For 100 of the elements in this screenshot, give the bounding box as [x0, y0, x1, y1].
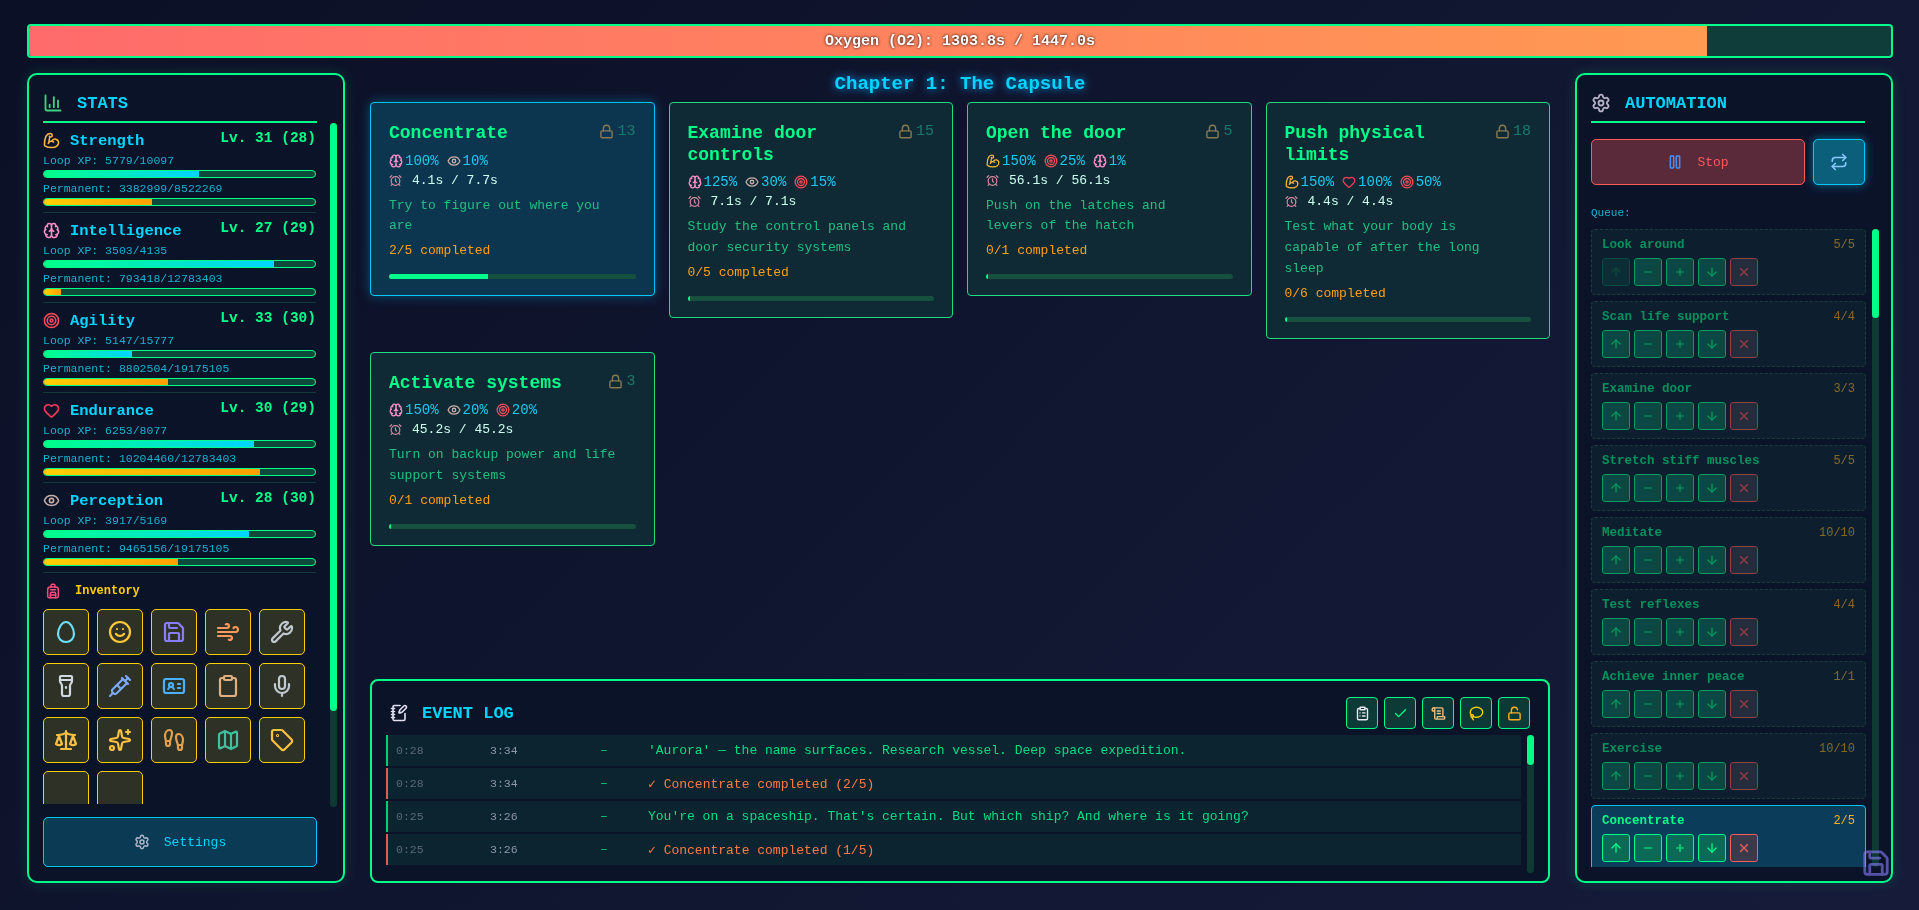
- move-up-button[interactable]: [1602, 546, 1630, 574]
- inventory-slot[interactable]: [151, 609, 197, 655]
- move-up-button[interactable]: [1602, 834, 1630, 862]
- clipboard-icon: [216, 674, 240, 698]
- remove-button[interactable]: [1730, 258, 1758, 286]
- log-separator: –: [600, 809, 609, 824]
- queue-item[interactable]: Achieve inner peace 1/1: [1591, 661, 1866, 727]
- decrease-button[interactable]: [1634, 618, 1662, 646]
- filter-button[interactable]: [1422, 697, 1454, 729]
- loop-xp-label: Loop XP: 6253/8077: [43, 424, 169, 437]
- remove-button[interactable]: [1730, 330, 1758, 358]
- scrollbar[interactable]: [330, 123, 337, 807]
- stop-button[interactable]: Stop: [1591, 139, 1805, 185]
- repeat-button[interactable]: [1813, 139, 1865, 185]
- filter-button[interactable]: [1460, 697, 1492, 729]
- inventory-slot[interactable]: [43, 717, 89, 763]
- syringe-icon: [108, 674, 132, 698]
- move-down-button[interactable]: [1698, 834, 1726, 862]
- remove-button[interactable]: [1730, 546, 1758, 574]
- action-card[interactable]: Open the door 5 150% 25% 1% 56.1s / 56.1s Push on the latches and levers of the hatch 0/1 completed: [967, 102, 1252, 297]
- queue-item[interactable]: Meditate 10/10: [1591, 517, 1866, 583]
- increase-button[interactable]: [1666, 258, 1694, 286]
- move-down-button[interactable]: [1698, 762, 1726, 790]
- stat-level: Lv. 27 (29): [220, 220, 316, 236]
- inventory-slot[interactable]: [151, 663, 197, 709]
- inventory-slot[interactable]: [259, 717, 305, 763]
- action-card[interactable]: Push physical limits 18 150% 100% 50% 4.4s / 4.4s Test what your body is capable of after the long sleep 0/6 completed: [1265, 102, 1550, 339]
- move-down-button[interactable]: [1698, 546, 1726, 574]
- queue-item[interactable]: Test reflexes 4/4: [1591, 589, 1866, 655]
- remove-button[interactable]: [1730, 690, 1758, 718]
- inventory-slot[interactable]: [43, 771, 89, 804]
- move-down-button[interactable]: [1698, 690, 1726, 718]
- queue-item[interactable]: Scan life support 4/4: [1591, 301, 1866, 367]
- inventory-slot[interactable]: [97, 609, 143, 655]
- queue-item[interactable]: Exercise 10/10: [1591, 733, 1866, 799]
- move-up-button[interactable]: [1602, 474, 1630, 502]
- scroll-icon: [1430, 705, 1446, 721]
- queue-item[interactable]: Concentrate 2/5: [1591, 805, 1866, 867]
- increase-button[interactable]: [1666, 474, 1694, 502]
- inventory-slot[interactable]: [205, 717, 251, 763]
- increase-button[interactable]: [1666, 402, 1694, 430]
- filter-button[interactable]: [1498, 697, 1530, 729]
- sparkles-icon: [108, 728, 132, 752]
- remove-button[interactable]: [1730, 474, 1758, 502]
- increase-button[interactable]: [1666, 546, 1694, 574]
- increase-button[interactable]: [1666, 762, 1694, 790]
- action-card[interactable]: Activate systems 3 150% 20% 20% 45.2s / 45.2s Turn on backup power and life support systems 0/1 completed: [370, 351, 655, 546]
- target-icon: [43, 311, 60, 329]
- decrease-button[interactable]: [1634, 474, 1662, 502]
- filter-button[interactable]: [1346, 697, 1378, 729]
- move-up-button[interactable]: [1602, 618, 1630, 646]
- move-down-button[interactable]: [1698, 474, 1726, 502]
- inventory-slot[interactable]: [259, 663, 305, 709]
- action-card[interactable]: Examine door controls 15 125% 30% 15% 7.1s / 7.1s Study the control panels and door security systems 0/5 completed: [668, 102, 953, 318]
- inventory-slot[interactable]: [205, 609, 251, 655]
- lock-icon: [898, 124, 913, 139]
- inventory-slot[interactable]: [97, 771, 143, 804]
- move-up-button[interactable]: [1602, 402, 1630, 430]
- action-description: Try to figure out where you are: [389, 196, 601, 236]
- move-down-button[interactable]: [1698, 330, 1726, 358]
- decrease-button[interactable]: [1634, 834, 1662, 862]
- decrease-button[interactable]: [1634, 546, 1662, 574]
- inventory-slot[interactable]: [43, 663, 89, 709]
- move-up-button[interactable]: [1602, 690, 1630, 718]
- scrollbar[interactable]: [1527, 735, 1534, 873]
- move-up-button[interactable]: [1602, 762, 1630, 790]
- down-arrow-icon: [1705, 481, 1719, 495]
- move-up-button[interactable]: [1602, 330, 1630, 358]
- remove-button[interactable]: [1730, 618, 1758, 646]
- filter-button[interactable]: [1384, 697, 1416, 729]
- increase-button[interactable]: [1666, 330, 1694, 358]
- decrease-button[interactable]: [1634, 258, 1662, 286]
- decrease-button[interactable]: [1634, 402, 1662, 430]
- remove-button[interactable]: [1730, 834, 1758, 862]
- move-down-button[interactable]: [1698, 618, 1726, 646]
- increase-button[interactable]: [1666, 834, 1694, 862]
- queue-item[interactable]: Look around 5/5: [1591, 229, 1866, 295]
- inventory-slot[interactable]: [259, 609, 305, 655]
- inventory-slot[interactable]: [97, 663, 143, 709]
- queue-item[interactable]: Examine door 3/3: [1591, 373, 1866, 439]
- action-time: 7.1s / 7.1s: [710, 194, 797, 210]
- scrollbar[interactable]: [1872, 229, 1879, 867]
- inventory-slot[interactable]: [205, 663, 251, 709]
- inventory-slot[interactable]: [43, 609, 89, 655]
- remove-button[interactable]: [1730, 762, 1758, 790]
- action-card[interactable]: Concentrate 13 100% 10% 4.1s / 7.7s Try to figure out where you are 2/5 completed: [370, 102, 655, 297]
- remove-button[interactable]: [1730, 402, 1758, 430]
- queue-item[interactable]: Stretch stiff muscles 5/5: [1591, 445, 1866, 511]
- settings-button[interactable]: Settings: [43, 817, 317, 867]
- move-down-button[interactable]: [1698, 402, 1726, 430]
- decrease-button[interactable]: [1634, 330, 1662, 358]
- increase-button[interactable]: [1666, 690, 1694, 718]
- increase-button[interactable]: [1666, 618, 1694, 646]
- move-down-button[interactable]: [1698, 258, 1726, 286]
- inventory-slot[interactable]: [97, 717, 143, 763]
- inventory-slot[interactable]: [151, 717, 197, 763]
- decrease-button[interactable]: [1634, 690, 1662, 718]
- decrease-button[interactable]: [1634, 762, 1662, 790]
- completion-count: 2/5 completed: [389, 243, 492, 259]
- close-icon: [1737, 337, 1751, 351]
